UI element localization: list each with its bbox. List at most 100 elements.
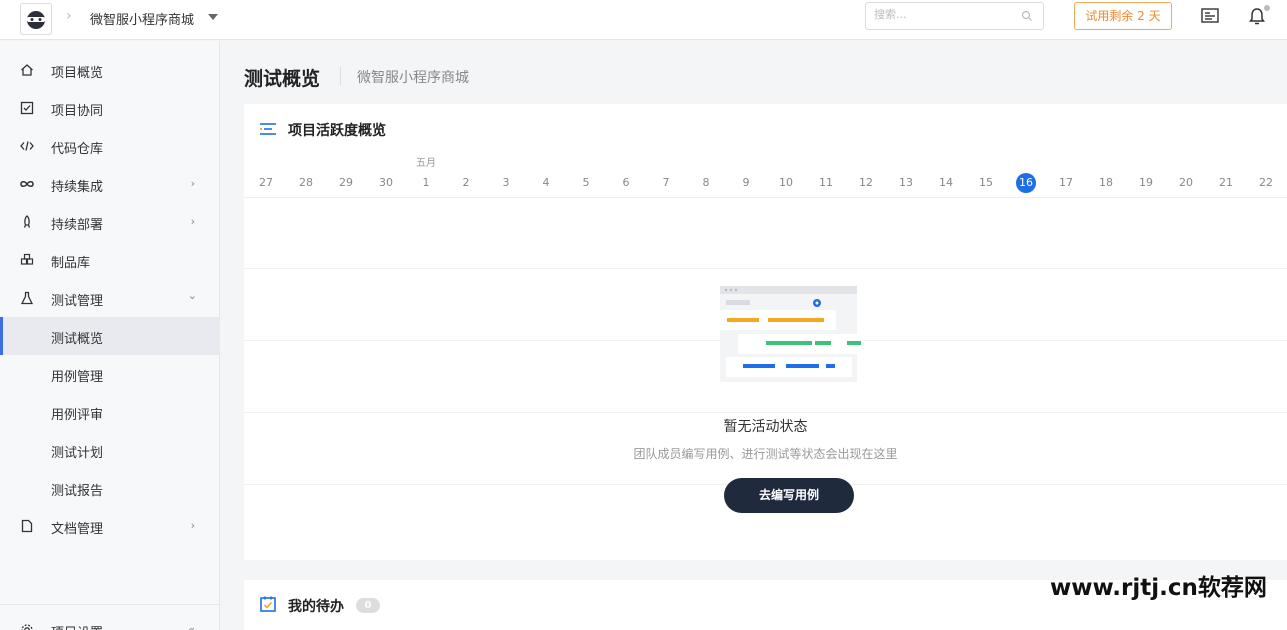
page-subtitle: 微智服小程序商城 (357, 70, 469, 86)
calendar-day[interactable]: 28 (292, 174, 320, 192)
sidebar-item-label: 项目设置 (51, 622, 103, 630)
project-switcher[interactable]: 微智服小程序商城 (90, 9, 194, 28)
flask-icon (20, 291, 34, 305)
sidebar-item-code-repo[interactable]: 代码仓库 (0, 127, 220, 165)
sidebar: 项目概览 项目协同 代码仓库 持续集成 › 持续部署 › 制品库 测试管理 ⌄ … (0, 41, 220, 630)
calendar-day[interactable]: 2 (452, 174, 480, 192)
sidebar-item-label: 用例评审 (51, 408, 104, 423)
search-icon[interactable] (1021, 10, 1033, 22)
calendar-day[interactable]: 1 (412, 174, 440, 192)
grid-line (244, 412, 1287, 413)
calendar-day[interactable]: 17 (1052, 174, 1080, 192)
empty-state-description: 团队成员编写用例、进行测试等状态会出现在这里 (633, 447, 898, 461)
todo-card-title: 我的待办 (288, 599, 344, 615)
chevron-right-icon: › (190, 177, 195, 190)
sidebar-item-settings[interactable]: 项目设置 « (0, 611, 220, 630)
calendar-day[interactable]: 30 (372, 174, 400, 192)
sidebar-item-project-overview[interactable]: 项目概览 (0, 51, 220, 89)
breadcrumb-separator-icon: › (66, 8, 72, 24)
activity-list-icon (260, 123, 276, 135)
calendar-day[interactable]: 13 (892, 174, 920, 192)
calendar-day[interactable]: 9 (732, 174, 760, 192)
watermark: www.rjtj.cn软荐网 (1050, 575, 1267, 601)
sidebar-item-label: 项目概览 (51, 66, 104, 81)
sidebar-item-artifacts[interactable]: 制品库 (0, 241, 220, 279)
sidebar-item-label: 测试报告 (51, 484, 104, 499)
sidebar-item-label: 文档管理 (51, 522, 104, 537)
calendar-day[interactable]: 7 (652, 174, 680, 192)
chevron-down-icon[interactable] (208, 14, 218, 20)
chevron-right-icon: › (190, 215, 195, 228)
calendar-day[interactable]: 11 (812, 174, 840, 192)
calendar-day[interactable]: 8 (692, 174, 720, 192)
top-bar: › 微智服小程序商城 试用剩余 2 天 (0, 0, 1287, 40)
calendar-day[interactable]: 14 (932, 174, 960, 192)
calendar-day[interactable]: 3 (492, 174, 520, 192)
day-divider (244, 197, 1287, 198)
logo-icon (27, 11, 45, 29)
package-icon (20, 253, 34, 265)
sidebar-item-label: 用例管理 (51, 370, 104, 385)
calendar-day[interactable]: 19 (1132, 174, 1160, 192)
announcement-icon[interactable] (1200, 6, 1220, 26)
calendar-day[interactable]: 18 (1092, 174, 1120, 192)
calendar-day[interactable]: 20 (1172, 174, 1200, 192)
write-test-case-button[interactable]: 去编写用例 (724, 478, 854, 513)
search-box[interactable] (865, 2, 1044, 30)
infinity-icon (20, 181, 34, 187)
sidebar-item-label: 持续集成 (51, 180, 104, 195)
todo-count-badge: 0 (356, 598, 380, 613)
sidebar-item-collaboration[interactable]: 项目协同 (0, 89, 220, 127)
app-logo[interactable] (20, 3, 52, 35)
month-label: 五月 (416, 158, 436, 169)
checkbox-icon (20, 101, 34, 115)
sidebar-item-label: 制品库 (51, 256, 91, 271)
calendar-day[interactable]: 15 (972, 174, 1000, 192)
sidebar-item-test-plan[interactable]: 测试计划 (0, 431, 220, 469)
sidebar-item-label: 代码仓库 (51, 142, 104, 157)
sidebar-item-case-review[interactable]: 用例评审 (0, 393, 220, 431)
document-icon (21, 519, 33, 533)
calendar-day-today[interactable]: 16 (1016, 173, 1036, 193)
calendar-day[interactable]: 4 (532, 174, 560, 192)
trial-badge[interactable]: 试用剩余 2 天 (1074, 2, 1172, 30)
sidebar-item-ci[interactable]: 持续集成 › (0, 165, 220, 203)
sidebar-item-label: 测试概览 (51, 332, 104, 347)
sidebar-item-test-report[interactable]: 测试报告 (0, 469, 220, 507)
empty-state-title: 暂无活动状态 (723, 419, 808, 435)
sidebar-item-label: 项目协同 (51, 104, 104, 119)
calendar-day[interactable]: 29 (332, 174, 360, 192)
search-input[interactable] (874, 8, 1014, 21)
calendar-day[interactable]: 6 (612, 174, 640, 192)
sidebar-item-test-overview[interactable]: 测试概览 (0, 317, 220, 355)
home-icon (21, 64, 33, 76)
sidebar-item-case-management[interactable]: 用例管理 (0, 355, 220, 393)
calendar-day[interactable]: 27 (252, 174, 280, 192)
calendar-day[interactable]: 5 (572, 174, 600, 192)
calendar-day[interactable]: 10 (772, 174, 800, 192)
activity-card-title: 项目活跃度概览 (288, 123, 386, 139)
title-divider (340, 67, 341, 85)
sidebar-footer: 项目设置 « (0, 604, 220, 630)
calendar-day[interactable]: 21 (1212, 174, 1240, 192)
sidebar-item-label: 测试计划 (51, 446, 104, 461)
sidebar-item-cd[interactable]: 持续部署 › (0, 203, 220, 241)
collapse-sidebar-icon[interactable]: « (188, 623, 195, 630)
code-icon (20, 141, 34, 151)
sidebar-item-label: 测试管理 (51, 294, 104, 309)
rocket-icon (23, 215, 31, 228)
activity-card: 项目活跃度概览 五月 27 28 29 30 1 2 3 4 5 6 7 8 9 10 11 12 13 14 15… (244, 104, 1287, 560)
todo-icon (260, 596, 276, 612)
page-title: 测试概览 (244, 68, 321, 90)
empty-state-illustration (710, 286, 864, 382)
sidebar-item-label: 持续部署 (51, 218, 104, 233)
chevron-down-icon: ⌄ (187, 289, 197, 302)
grid-line (244, 268, 1287, 269)
sidebar-item-test-management[interactable]: 测试管理 ⌄ (0, 279, 220, 317)
sidebar-item-docs[interactable]: 文档管理 › (0, 507, 220, 545)
notification-dot (1264, 5, 1270, 11)
gear-icon (21, 624, 33, 630)
calendar-day[interactable]: 12 (852, 174, 880, 192)
chevron-right-icon: › (190, 519, 195, 532)
calendar-day[interactable]: 22 (1252, 174, 1280, 192)
